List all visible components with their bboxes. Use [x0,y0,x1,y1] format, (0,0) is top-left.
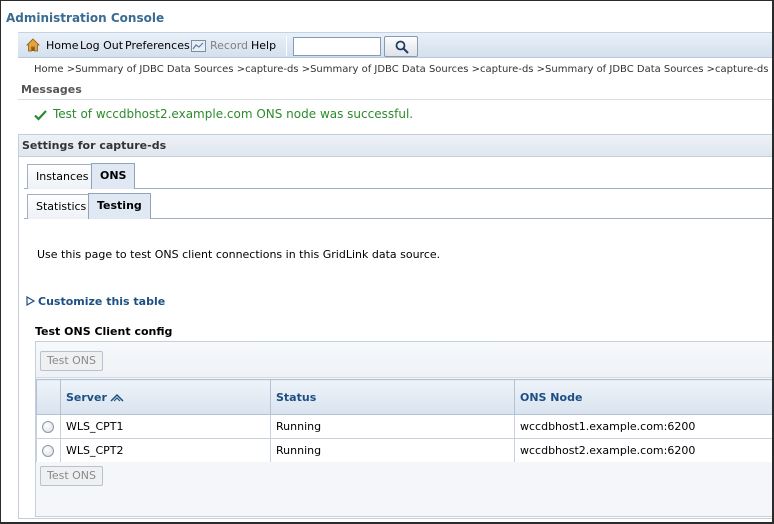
ons-node-cell: wccdbhost2.example.com:6200 [514,438,772,463]
settings-panel: Settings for capture-ds Instances ONS St… [18,134,772,519]
table-header-row: Server Status ONS Node [36,379,772,415]
sort-ascending-icon[interactable] [110,393,124,402]
logout-link[interactable]: Log Out [80,39,123,52]
table-actions-bottom: Test ONS [36,462,772,490]
tab-ons[interactable]: ONS [91,163,136,189]
column-header-server[interactable]: Server [60,379,271,415]
messages-divider [18,99,772,100]
app-title: Administration Console [6,11,165,25]
ons-test-table: Test ONS Server Status ONS Node WLS_CPT1… [35,341,772,517]
settings-title: Settings for capture-ds [22,139,167,152]
table-row: WLS_CPT1 Running wccdbhost1.example.com:… [36,414,772,439]
ons-table: Server Status ONS Node WLS_CPT1 Running … [36,379,772,463]
tab-instances[interactable]: Instances [27,164,98,189]
record-link[interactable]: Record [210,39,248,52]
column-header-status[interactable]: Status [270,379,515,415]
secondary-tabs: Statistics Testing [24,191,772,219]
console-window: Administration Console Home Log Out Pref… [0,0,774,524]
tab-statistics[interactable]: Statistics [27,194,96,219]
messages-heading: Messages [21,83,82,96]
record-icon [191,40,206,52]
table-row: WLS_CPT2 Running wccdbhost2.example.com:… [36,438,772,463]
checkmark-icon [34,110,47,121]
toolbar: Home Log Out Preferences Record Help [18,32,772,58]
section-title: Test ONS Client config [35,325,173,338]
table-actions-top: Test ONS [36,342,772,378]
server-header-label[interactable]: Server [66,391,107,404]
row-select-cell [36,438,61,463]
status-cell: Running [270,414,515,439]
search-icon [395,40,409,54]
breadcrumb[interactable]: Home >Summary of JDBC Data Sources >capt… [34,64,772,75]
ons-node-cell: wccdbhost1.example.com:6200 [514,414,772,439]
row-radio[interactable] [42,421,54,433]
home-icon[interactable] [26,38,40,52]
test-ons-button-bottom[interactable]: Test ONS [40,466,103,486]
row-select-cell [36,414,61,439]
test-ons-button-top[interactable]: Test ONS [40,351,103,371]
status-cell: Running [270,438,515,463]
row-radio[interactable] [42,445,54,457]
search-input[interactable] [293,37,381,56]
column-header-ons-node[interactable]: ONS Node [514,379,772,415]
settings-panel-header: Settings for capture-ds [19,135,772,157]
expand-triangle-icon [26,296,35,306]
page-description: Use this page to test ONS client connect… [37,248,441,261]
tab-testing[interactable]: Testing [88,193,151,219]
select-column-header [36,379,61,415]
primary-tabs: Instances ONS [24,161,772,189]
success-message-text: Test of wccdbhost2.example.com ONS node … [53,107,414,121]
server-cell: WLS_CPT1 [60,414,271,439]
server-cell: WLS_CPT2 [60,438,271,463]
customize-table-label[interactable]: Customize this table [38,295,165,308]
help-link[interactable]: Help [251,39,276,52]
home-link[interactable]: Home [46,39,78,52]
search-button[interactable] [384,36,418,57]
preferences-link[interactable]: Preferences [125,39,190,52]
toolbar-separator [286,36,287,56]
